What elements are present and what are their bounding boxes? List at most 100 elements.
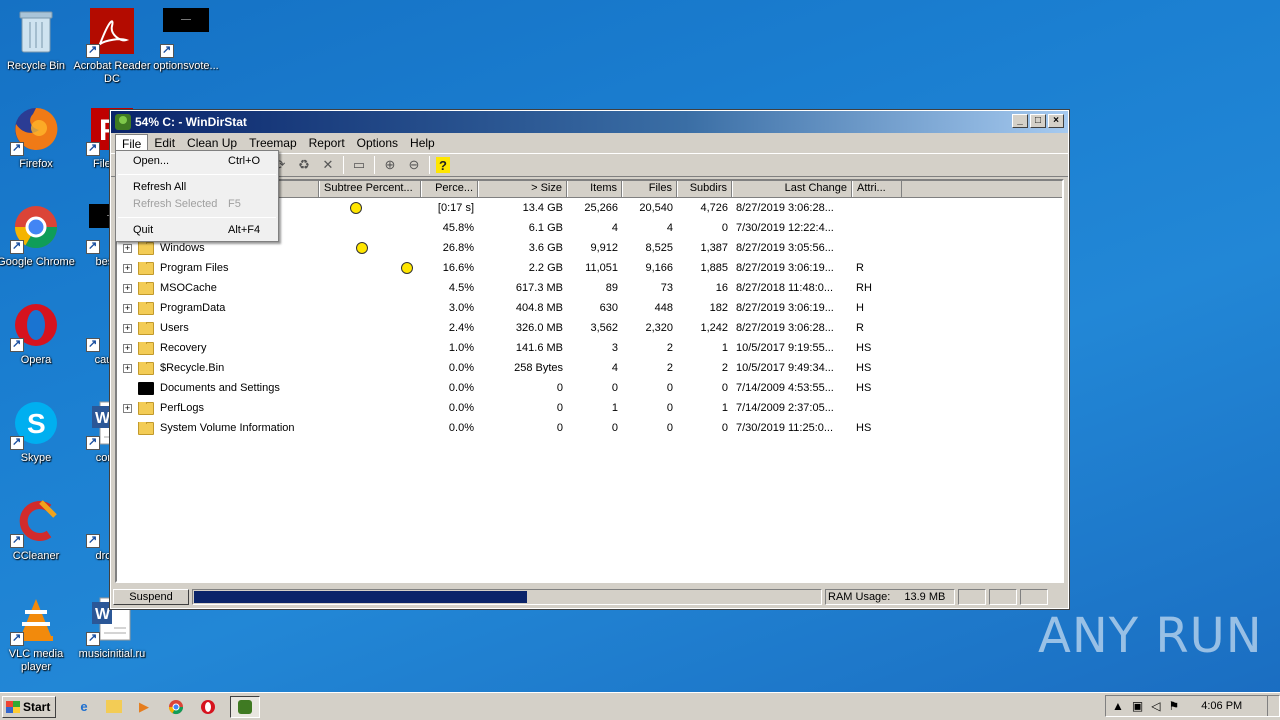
expand-icon[interactable]: +: [123, 263, 132, 273]
menu-item-quit[interactable]: Quit Alt+F4: [116, 222, 278, 239]
last-change-cell: 8/27/2019 3:05:56...: [736, 242, 834, 254]
maximize-button[interactable]: □: [1030, 114, 1046, 128]
show-desktop-button[interactable]: [1267, 696, 1279, 716]
percent-cell: 0.0%: [448, 382, 474, 394]
menu-report[interactable]: Report: [303, 134, 351, 152]
help-icon[interactable]: ?: [436, 157, 450, 173]
desktop-icon-black-file[interactable]: optionsvote...: [146, 8, 226, 73]
column-files[interactable]: Files: [622, 181, 677, 197]
table-row[interactable]: System Volume Information 0.0% 0 0 0 0 7/30/20…: [117, 418, 1062, 438]
column-subdirs[interactable]: Subdirs: [677, 181, 732, 197]
subtree-percent-cell: [319, 318, 421, 338]
subdirs-cell: 4,726: [700, 202, 728, 214]
table-row[interactable]: + Recovery 1.0% 141.6 MB 3 2 1 10/5/2017 9:19:5…: [117, 338, 1062, 358]
table-row[interactable]: + ProgramData 3.0% 404.8 MB 630 448 182 8/27/20…: [117, 298, 1062, 318]
desktop-icon-skype[interactable]: S Skype: [0, 400, 76, 465]
ram-usage: RAM Usage: 13.9 MB: [825, 589, 955, 605]
expand-icon[interactable]: +: [123, 363, 132, 373]
ram-label: RAM Usage:: [828, 591, 891, 603]
toolbar-separator: [343, 156, 344, 174]
column-items[interactable]: Items: [567, 181, 622, 197]
menu-item-open[interactable]: Open... Ctrl+O: [116, 153, 278, 170]
menu-help[interactable]: Help: [404, 134, 441, 152]
title-bar[interactable]: 54% C: - WinDirStat _ □ ×: [111, 111, 1068, 133]
subtree-percent-cell: [319, 238, 421, 258]
clock[interactable]: 4:06 PM: [1201, 700, 1242, 712]
tray-expand-icon[interactable]: ▲: [1112, 699, 1124, 713]
desktop-icon-label: Firefox: [19, 158, 53, 170]
column-subtree-percent[interactable]: Subtree Percent...: [319, 181, 421, 197]
name-cell: + Program Files: [117, 261, 319, 275]
windirstat-task-button[interactable]: [230, 695, 260, 718]
menu-options[interactable]: Options: [351, 134, 404, 152]
column-last-change[interactable]: Last Change: [732, 181, 852, 197]
recycle-icon[interactable]: ♻: [295, 156, 313, 174]
action-center-flag-icon[interactable]: ⚑: [1168, 699, 1179, 713]
items-cell: 630: [599, 302, 618, 314]
desktop-icon-opera[interactable]: Opera: [0, 302, 76, 367]
files-cell: 0: [666, 382, 673, 394]
menu-item-refresh-all[interactable]: Refresh All: [116, 179, 278, 196]
folder-name: System Volume Information: [160, 422, 295, 434]
explorer-icon[interactable]: [106, 700, 122, 713]
minimize-button[interactable]: _: [1012, 114, 1028, 128]
desktop-icon-acrobat[interactable]: Acrobat Reader DC: [72, 8, 152, 86]
expand-icon[interactable]: +: [123, 243, 132, 253]
size-cell: 2.2 GB: [528, 262, 563, 274]
desktop-icon-firefox[interactable]: Firefox: [0, 106, 76, 171]
desktop-icon-ccleaner[interactable]: CCleaner: [0, 498, 76, 563]
desktop-icon-vlc[interactable]: VLC media player: [0, 596, 76, 674]
expand-icon[interactable]: +: [123, 303, 132, 313]
chrome-taskbar-icon[interactable]: [166, 697, 186, 717]
window-title: 54% C: - WinDirStat: [135, 115, 247, 129]
suspend-button[interactable]: Suspend: [113, 589, 189, 605]
folder-name: Recovery: [160, 342, 207, 354]
items-cell: 4: [611, 362, 618, 374]
status-pane: [1020, 589, 1048, 605]
size-cell: 258 Bytes: [514, 362, 563, 374]
column--size[interactable]: > Size: [478, 181, 567, 197]
volume-icon[interactable]: ◁: [1151, 699, 1160, 713]
expand-icon[interactable]: +: [123, 403, 132, 413]
folder-name: MSOCache: [160, 282, 217, 294]
close-button[interactable]: ×: [1048, 114, 1064, 128]
size-cell: 0: [556, 422, 563, 434]
column-attri[interactable]: Attri...: [852, 181, 902, 197]
table-row[interactable]: + $Recycle.Bin 0.0% 258 Bytes 4 2 2 10/5/2017 9…: [117, 358, 1062, 378]
system-tray: ▲ ▣ ◁ ⚑ 4:06 PM: [1105, 695, 1280, 717]
svg-text:W: W: [95, 410, 111, 427]
table-row[interactable]: + PerfLogs 0.0% 0 1 0 1 7/14/2009 2:37:05...: [117, 398, 1062, 418]
opera-taskbar-icon[interactable]: [198, 697, 218, 717]
table-row[interactable]: + Users 2.4% 326.0 MB 3,562 2,320 1,242 8/27/20…: [117, 318, 1062, 338]
desktop-icon-recycle-bin[interactable]: Recycle Bin: [0, 8, 76, 73]
desktop-icon-chrome[interactable]: Google Chrome: [0, 204, 76, 269]
table-row[interactable]: Documents and Settings 0.0% 0 0 0 0 7/14/2009 …: [117, 378, 1062, 398]
attributes-cell: HS: [856, 422, 872, 434]
delete-icon[interactable]: ✕: [319, 156, 337, 174]
attributes-cell: H: [856, 302, 864, 314]
ie-icon[interactable]: e: [74, 697, 94, 717]
files-cell: 0: [666, 402, 673, 414]
column-perce[interactable]: Perce...: [421, 181, 478, 197]
pacman-scan-icon: [401, 262, 413, 274]
new-folder-icon[interactable]: ▭: [350, 156, 368, 174]
name-cell: + Recovery: [117, 341, 319, 355]
table-row[interactable]: + Program Files 16.6% 2.2 GB 11,051 9,166 1,88…: [117, 258, 1062, 278]
subtree-percent-cell: [319, 218, 421, 238]
desktop-icon-label: Acrobat Reader DC: [73, 60, 151, 85]
zoom-out-icon[interactable]: ⊖: [405, 156, 423, 174]
expand-icon[interactable]: +: [123, 343, 132, 353]
table-row[interactable]: + MSOCache 4.5% 617.3 MB 89 73 16 8/27/2018 11:…: [117, 278, 1062, 298]
zoom-in-icon[interactable]: ⊕: [381, 156, 399, 174]
expand-icon[interactable]: +: [123, 323, 132, 333]
subdirs-cell: 16: [715, 282, 728, 294]
network-icon[interactable]: ▣: [1132, 699, 1143, 713]
menu-item-label: Quit: [133, 224, 154, 236]
start-button[interactable]: Start: [2, 695, 56, 718]
expand-icon[interactable]: +: [123, 283, 132, 293]
opera-icon: [10, 302, 60, 352]
items-cell: 25,266: [584, 202, 618, 214]
shortcut-arrow-icon: [86, 43, 100, 58]
name-cell: + PerfLogs: [117, 401, 319, 415]
media-player-icon[interactable]: ▶: [134, 697, 154, 717]
